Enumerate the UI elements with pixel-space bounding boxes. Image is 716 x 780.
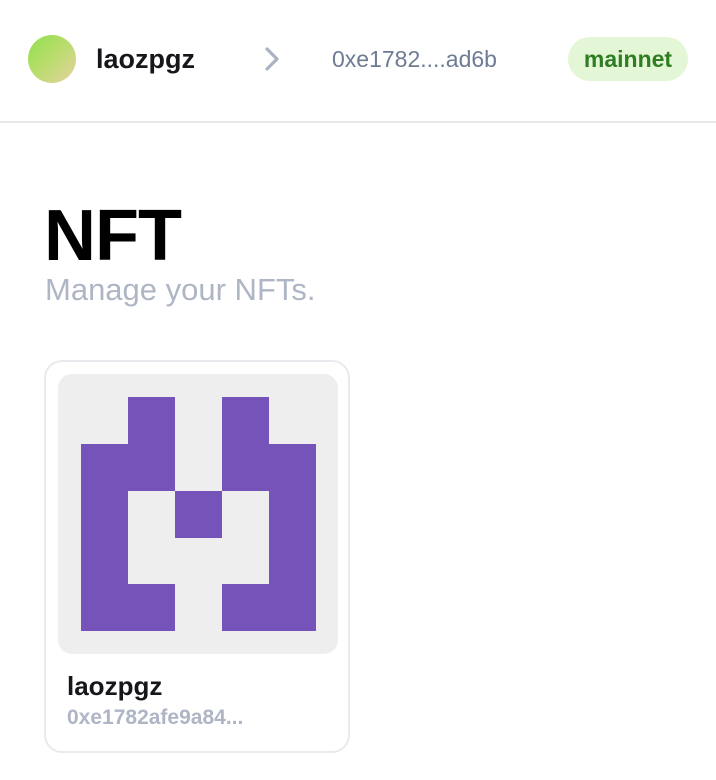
page-subtitle: Manage your NFTs. [45, 272, 316, 307]
top-bar: laozpgz 0xe1782....ad6b mainnet [0, 0, 716, 123]
pixel-logo-icon [81, 397, 316, 631]
nft-image [58, 374, 338, 654]
account-avatar[interactable] [28, 35, 76, 83]
nft-name: laozpgz [67, 671, 163, 701]
account-name[interactable]: laozpgz [96, 42, 232, 76]
chevron-right-icon [260, 45, 284, 73]
network-badge[interactable]: mainnet [568, 37, 688, 81]
wallet-address[interactable]: 0xe1782....ad6b [332, 44, 497, 74]
page-title: NFT [44, 196, 182, 276]
nft-contract-address: 0xe1782afe9a84... [67, 706, 244, 729]
nft-card[interactable]: laozpgz 0xe1782afe9a84... [44, 360, 350, 753]
